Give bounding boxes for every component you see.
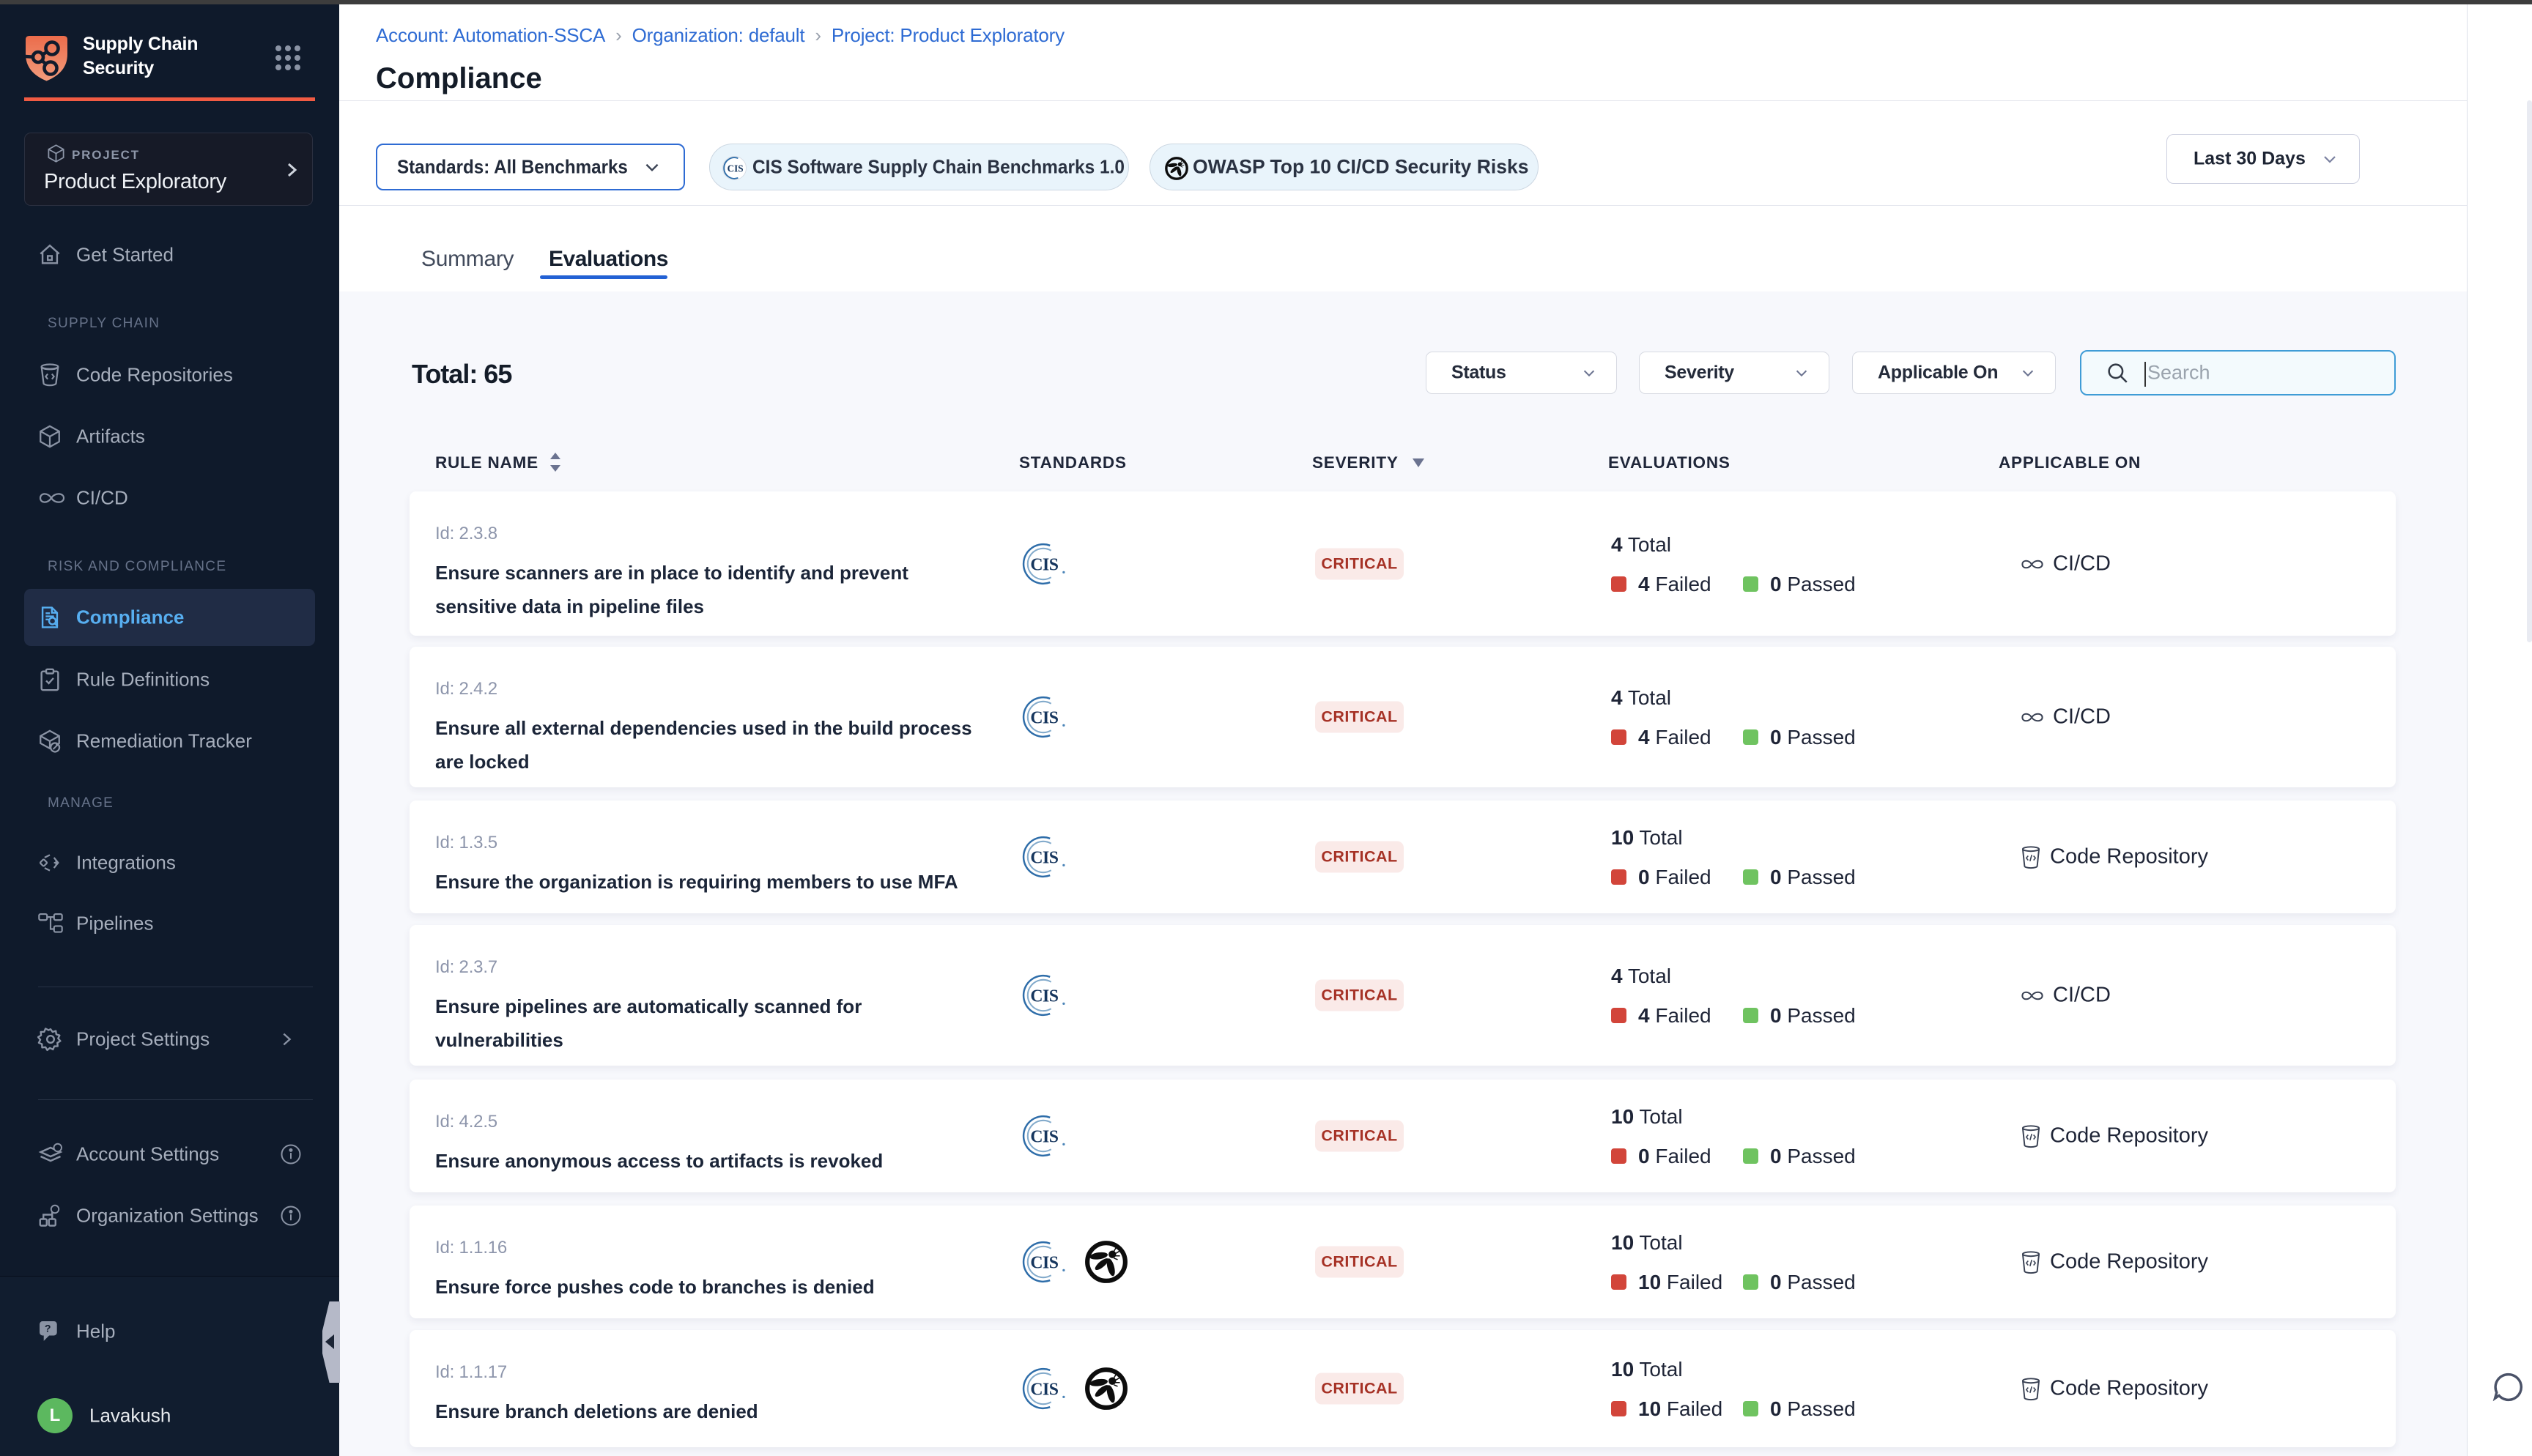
svg-text:?: ?: [45, 1323, 51, 1335]
svg-text:CIS: CIS: [1030, 1253, 1058, 1272]
svg-text:CIS: CIS: [1030, 555, 1058, 574]
svg-text:CIS: CIS: [1030, 1127, 1058, 1146]
svg-text:CIS: CIS: [728, 163, 744, 174]
svg-text:CIS: CIS: [1030, 848, 1058, 867]
svg-text:CIS: CIS: [1030, 987, 1058, 1006]
svg-text:CIS: CIS: [1030, 708, 1058, 727]
svg-text:CIS: CIS: [1030, 1380, 1058, 1399]
